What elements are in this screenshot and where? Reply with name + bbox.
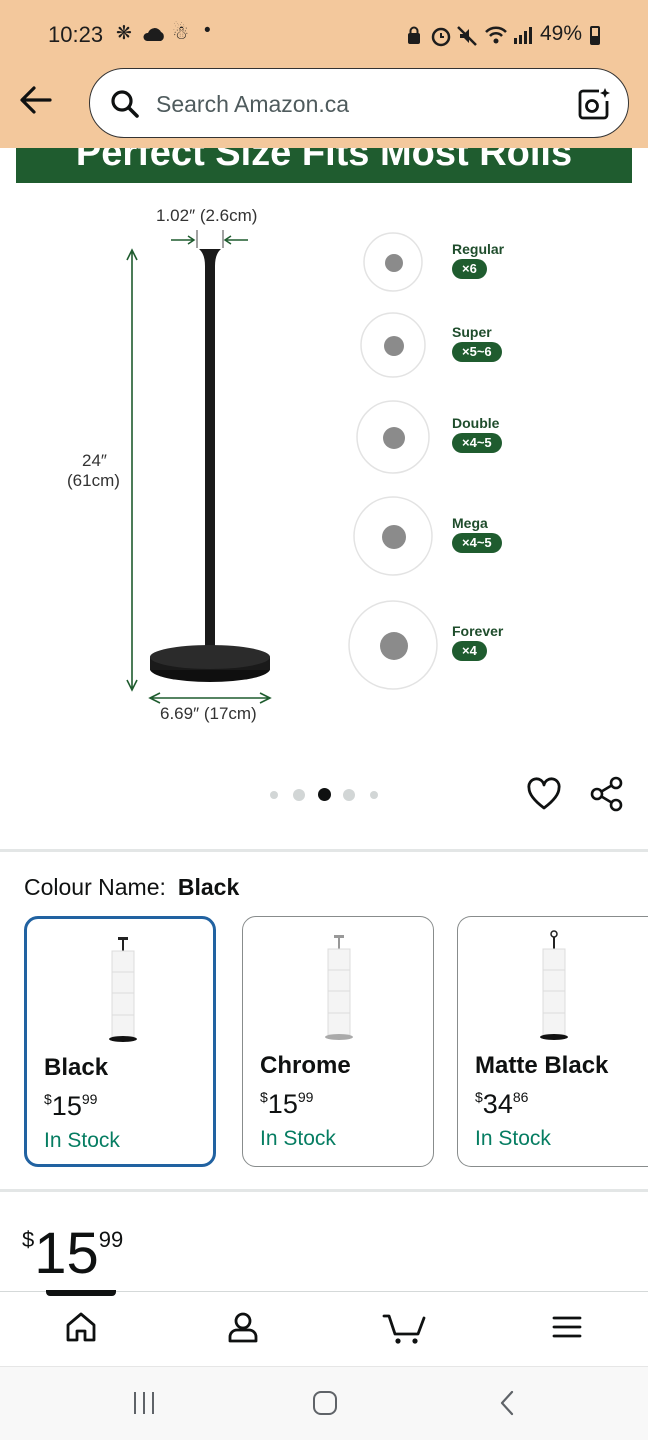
roll-tag-forever: Forever ×4 (452, 623, 503, 661)
mega-roll (353, 496, 433, 576)
colour-option-name: Chrome (260, 1052, 351, 1079)
base-width-label: 6.69″ (17cm) (160, 704, 257, 723)
colour-option-price: $1599 (44, 1091, 98, 1121)
forever-roll (348, 600, 438, 690)
camera-search-icon[interactable] (577, 87, 611, 121)
status-bar: 10:23 ❋ ☃ • 49% (0, 0, 648, 70)
lock-icon (408, 26, 420, 44)
section-divider (0, 849, 648, 852)
home-button-icon[interactable] (311, 1389, 339, 1417)
carousel-dot-active[interactable] (318, 788, 331, 801)
search-input[interactable]: Search Amazon.ca (156, 91, 349, 118)
more-notifications-icon: • (204, 20, 211, 41)
double-roll (356, 400, 430, 474)
carousel-dot[interactable] (343, 789, 355, 801)
cart-icon[interactable] (382, 1306, 428, 1346)
carousel-dot[interactable] (293, 789, 305, 801)
top-width-label: 1.02″ (2.6cm) (156, 206, 258, 225)
status-time: 10:23 (48, 22, 104, 47)
search-bar[interactable]: Search Amazon.ca (89, 68, 629, 138)
height-metric-label: (61cm) (67, 471, 120, 490)
roll-tag-mega: Mega ×4~5 (452, 515, 502, 553)
image-carousel-dots[interactable] (268, 788, 383, 802)
colour-option-matte-black[interactable]: Matte Black $3486 In Stock (457, 916, 648, 1167)
wifi-icon (485, 26, 507, 44)
alarm-icon (431, 27, 451, 47)
colour-option-price: $3486 (475, 1089, 529, 1119)
product-image[interactable]: Perfect Size Fits Most Rolls 1.02″ (2.6c… (0, 148, 648, 758)
share-icon[interactable] (589, 775, 625, 813)
battery-icon (590, 26, 600, 45)
stock-status: In Stock (44, 1129, 120, 1152)
colour-name-label: Colour Name: Black (24, 874, 240, 900)
stock-status: In Stock (260, 1127, 336, 1150)
product-thumbnail (325, 935, 353, 1040)
colour-option-price: $1599 (260, 1089, 314, 1119)
account-icon[interactable] (226, 1310, 260, 1344)
network-icon: ❋ (116, 23, 132, 44)
roll-tag-super: Super ×5~6 (452, 324, 502, 362)
selected-colour: Black (177, 874, 240, 900)
bottom-navigation (0, 1290, 648, 1365)
wishlist-heart-icon[interactable] (526, 777, 562, 811)
section-divider (0, 1189, 648, 1192)
roll-tag-double: Double ×4~5 (452, 415, 502, 453)
signal-icon (514, 27, 532, 44)
system-navigation-bar (0, 1366, 648, 1440)
colour-option-chrome[interactable]: Chrome $1599 In Stock (242, 916, 434, 1167)
carousel-dot[interactable] (370, 791, 378, 799)
back-arrow-icon[interactable] (16, 82, 56, 118)
active-tab-indicator (46, 1290, 116, 1296)
battery-percent: 49% (540, 22, 583, 45)
home-icon[interactable] (64, 1310, 98, 1344)
product-price: $1599 (22, 1221, 124, 1286)
colour-option-black[interactable]: Black $1599 In Stock (24, 916, 216, 1167)
app-header: 10:23 ❋ ☃ • 49% Search Amazon.ca (0, 0, 648, 148)
notification-icon: ☃ (172, 23, 190, 44)
recent-apps-icon[interactable] (130, 1389, 158, 1417)
search-icon (111, 90, 139, 118)
stock-status: In Stock (475, 1127, 551, 1150)
carousel-dot[interactable] (270, 791, 278, 799)
mute-icon (457, 26, 477, 46)
colour-option-name: Matte Black (475, 1052, 609, 1079)
colour-option-name: Black (44, 1054, 109, 1081)
height-label: 24″ (82, 451, 107, 470)
regular-roll (363, 232, 423, 292)
menu-icon[interactable] (550, 1310, 584, 1344)
cloud-icon (143, 28, 164, 41)
product-thumbnail (109, 937, 137, 1042)
system-back-icon[interactable] (494, 1389, 522, 1417)
roll-tag-regular: Regular ×6 (452, 241, 504, 279)
product-thumbnail (540, 930, 568, 1040)
super-roll (360, 312, 426, 378)
